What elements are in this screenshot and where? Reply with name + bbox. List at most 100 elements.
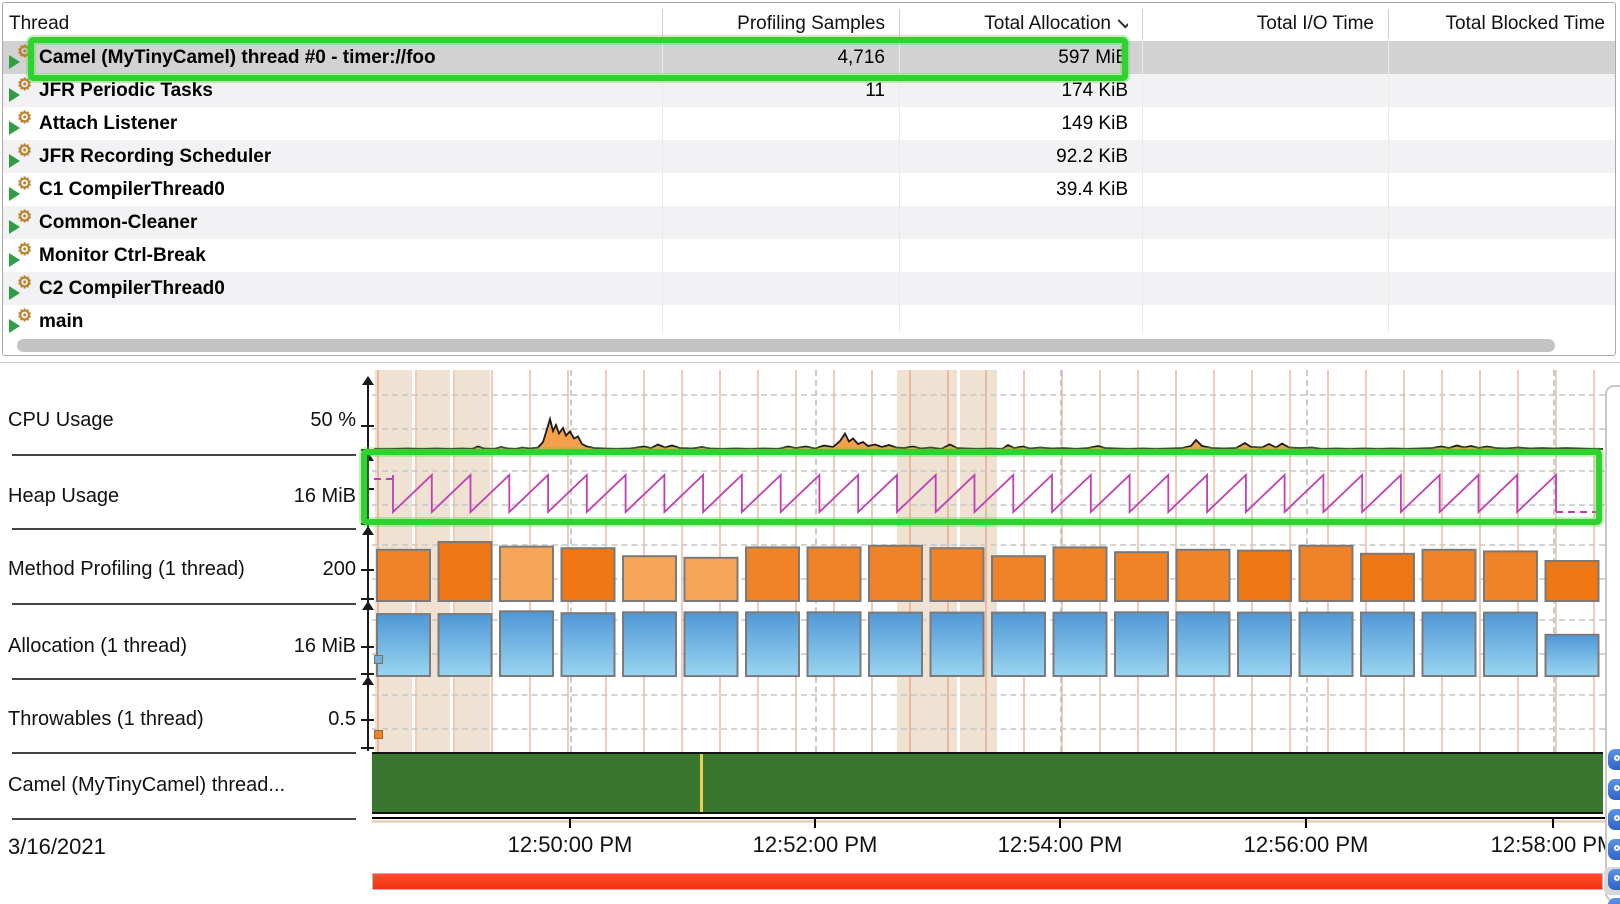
thread-name: C1 CompilerThread0 bbox=[3, 173, 662, 206]
timeline-panel[interactable]: CPU Usage50 %Heap Usage16 MiBMethod Prof… bbox=[0, 362, 1620, 904]
cell-value bbox=[1388, 305, 1605, 333]
thread-activity-lane[interactable] bbox=[372, 752, 1603, 814]
body-column-separator bbox=[662, 41, 663, 333]
thread-name: main bbox=[3, 305, 662, 333]
thread-name: Attach Listener bbox=[3, 107, 662, 140]
cell-value bbox=[1142, 41, 1374, 74]
timeline-plot[interactable] bbox=[372, 362, 1605, 822]
cell-value bbox=[662, 206, 885, 239]
cell-value bbox=[1142, 107, 1374, 140]
cell-value bbox=[662, 173, 885, 206]
body-column-separator bbox=[1142, 41, 1143, 333]
value-gridline bbox=[372, 728, 1605, 730]
cell-value bbox=[1142, 305, 1374, 333]
lane-unit-label: 16 MiB bbox=[208, 483, 356, 509]
header-column-separator bbox=[662, 9, 663, 39]
toolbar-button[interactable] bbox=[1608, 839, 1620, 860]
toolbar-button[interactable] bbox=[1608, 809, 1620, 830]
body-column-separator bbox=[899, 41, 900, 333]
lane-separator bbox=[12, 818, 356, 820]
lane-separator bbox=[12, 454, 356, 456]
annotation-heap-usage-lane bbox=[361, 449, 1602, 525]
table-row[interactable]: ⚙main bbox=[3, 305, 1615, 333]
table-row[interactable]: ⚙Monitor Ctrl-Break bbox=[3, 239, 1615, 272]
value-axis bbox=[367, 684, 369, 751]
date-label: 3/16/2021 bbox=[8, 834, 106, 860]
table-row[interactable]: ⚙C1 CompilerThread039.4 KiB bbox=[3, 173, 1615, 206]
allocation-series-chip bbox=[374, 655, 383, 664]
cell-value bbox=[899, 206, 1128, 239]
cell-value: 39.4 KiB bbox=[899, 173, 1128, 206]
event-marker bbox=[700, 754, 703, 812]
cell-value bbox=[662, 107, 885, 140]
range-selector-bar[interactable] bbox=[372, 873, 1603, 890]
cell-value bbox=[1388, 140, 1605, 173]
header-column-separator bbox=[1388, 9, 1389, 39]
column-header-label: Total I/O Time bbox=[1257, 13, 1374, 34]
cell-value bbox=[1142, 239, 1374, 272]
toolbar-button[interactable] bbox=[1608, 779, 1620, 800]
header-column-separator bbox=[899, 9, 900, 39]
lane-unit-label: 50 % bbox=[208, 407, 356, 433]
header-column-separator bbox=[1142, 9, 1143, 39]
toolbar-button-icon bbox=[1614, 845, 1620, 851]
cell-value bbox=[662, 239, 885, 272]
allocation-chart bbox=[372, 603, 1605, 678]
thread-name: C2 CompilerThread0 bbox=[3, 272, 662, 305]
table-row[interactable]: ⚙Common-Cleaner bbox=[3, 206, 1615, 239]
time-tick-label: 12:50:00 PM bbox=[475, 832, 665, 858]
toolbar-button[interactable] bbox=[1608, 749, 1620, 770]
time-tick-label: 12:52:00 PM bbox=[720, 832, 910, 858]
toolbar-button-icon bbox=[1614, 875, 1620, 881]
value-axis bbox=[367, 534, 369, 602]
column-header-total-i-o-time[interactable]: Total I/O Time bbox=[1142, 7, 1374, 41]
column-header-total-blocked-time[interactable]: Total Blocked Time bbox=[1388, 7, 1605, 41]
lane-label: Throwables (1 thread) bbox=[8, 706, 204, 732]
method-profiling-chart bbox=[372, 528, 1605, 603]
time-tick-label: 12:58:00 PM bbox=[1458, 832, 1620, 858]
table-row[interactable]: ⚙C2 CompilerThread0 bbox=[3, 272, 1615, 305]
table-row[interactable]: ⚙Attach Listener149 KiB bbox=[3, 107, 1615, 140]
time-tick-label: 12:56:00 PM bbox=[1211, 832, 1401, 858]
cell-value bbox=[662, 305, 885, 333]
thread-name: Monitor Ctrl-Break bbox=[3, 239, 662, 272]
time-tick bbox=[1059, 817, 1061, 828]
lane-label: CPU Usage bbox=[8, 407, 114, 433]
cpu-usage-chart bbox=[372, 378, 1605, 454]
cell-value bbox=[662, 272, 885, 305]
time-tick bbox=[1305, 817, 1307, 828]
cell-value bbox=[1142, 140, 1374, 173]
horizontal-scrollbar-thumb[interactable] bbox=[17, 339, 1555, 352]
body-column-separator bbox=[1388, 41, 1389, 333]
cell-value bbox=[899, 305, 1128, 333]
cell-value: 92.2 KiB bbox=[899, 140, 1128, 173]
cell-value bbox=[1388, 74, 1605, 107]
toolbar-button-icon bbox=[1614, 785, 1620, 791]
toolbar-button[interactable] bbox=[1608, 898, 1620, 904]
lane-label: Camel (MyTinyCamel) thread... bbox=[8, 772, 285, 798]
table-row[interactable]: ⚙JFR Recording Scheduler92.2 KiB bbox=[3, 140, 1615, 173]
cell-value bbox=[899, 239, 1128, 272]
value-axis bbox=[367, 384, 369, 453]
time-axis-underline bbox=[372, 820, 1605, 823]
column-header-profiling-samples[interactable]: Profiling Samples bbox=[662, 7, 885, 41]
lane-separator bbox=[12, 752, 356, 754]
cell-value bbox=[1388, 41, 1605, 74]
column-header-thread[interactable]: Thread bbox=[9, 7, 662, 41]
column-header-total-allocation[interactable]: Total Allocation bbox=[899, 7, 1128, 41]
annotation-selected-thread-row bbox=[28, 37, 1128, 81]
cell-value bbox=[1388, 272, 1605, 305]
time-tick bbox=[569, 817, 571, 828]
thread-name: JFR Recording Scheduler bbox=[3, 140, 662, 173]
column-header-label: Total Allocation bbox=[984, 13, 1111, 34]
toolbar-button-icon bbox=[1614, 815, 1620, 821]
lane-label: Allocation (1 thread) bbox=[8, 633, 187, 659]
time-axis bbox=[372, 817, 1607, 819]
thread-name: Common-Cleaner bbox=[3, 206, 662, 239]
thread-table-header: ThreadProfiling Samples Total Allocation T… bbox=[3, 7, 1615, 41]
lane-label: Heap Usage bbox=[8, 483, 119, 509]
cell-value bbox=[662, 140, 885, 173]
toolbar-button[interactable] bbox=[1608, 869, 1620, 890]
column-header-label: Total Blocked Time bbox=[1446, 13, 1605, 34]
thread-rows[interactable]: ⚙Camel (MyTinyCamel) thread #0 - timer:/… bbox=[3, 41, 1615, 333]
